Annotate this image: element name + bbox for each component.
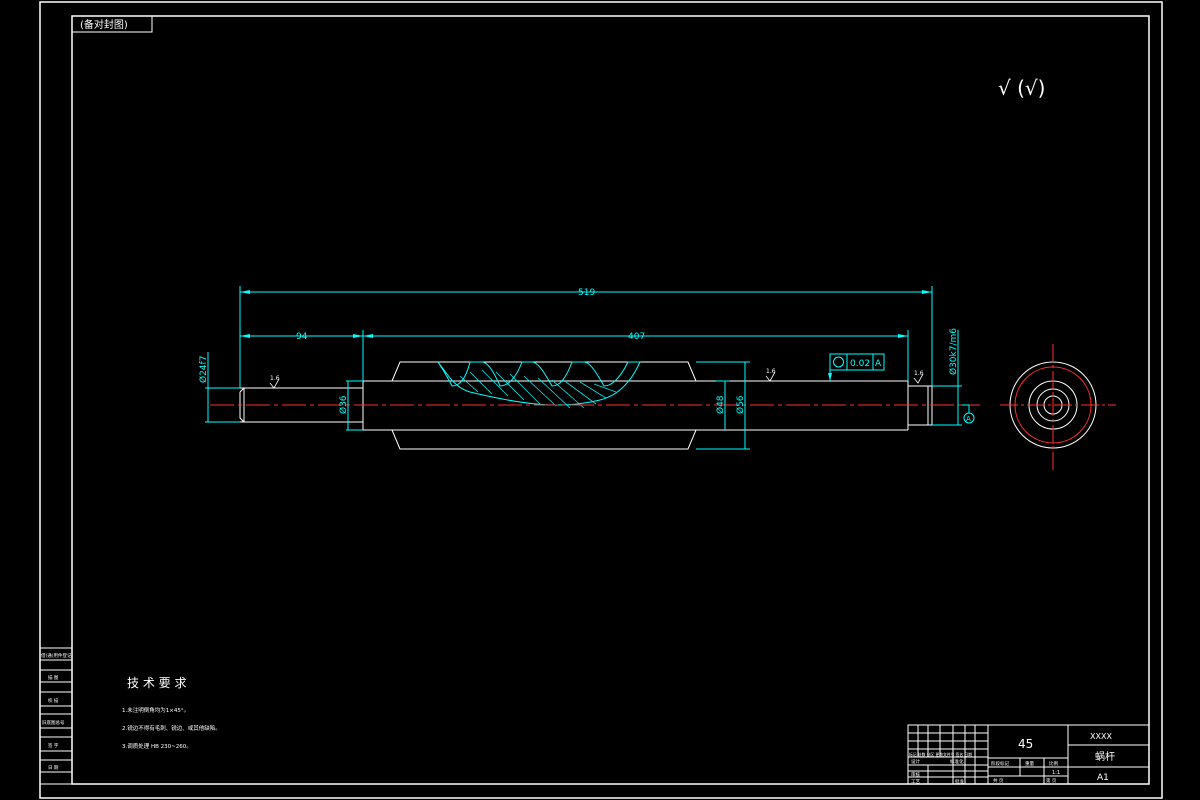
title-stage: 阶段标记 bbox=[991, 760, 1009, 767]
tolerance-value: 0.02 bbox=[850, 359, 870, 369]
roughness-mid: 1.6 bbox=[766, 368, 776, 375]
title-company: XXXX bbox=[1090, 732, 1112, 741]
inner-border bbox=[71, 15, 1150, 785]
tolerance-datum: A bbox=[875, 359, 882, 369]
cad-drawing: (备对封图) √ (√) 519 94 407 Ø24f7 Ø36 Ø48 Ø5… bbox=[39, 1, 1163, 799]
dim-left-shoulder-dia: Ø36 bbox=[338, 395, 349, 414]
side-strip-row-5: 签 字 bbox=[48, 742, 59, 749]
side-strip-row-4: 旧底图总号 bbox=[42, 719, 65, 726]
title-rev-headers: 标记 处数 分区 更改文件号 签名 日期 bbox=[909, 752, 972, 757]
title-material: 45 bbox=[1018, 737, 1033, 751]
side-strip-row-6: 日 期 bbox=[48, 765, 59, 771]
worm-outer-bottom bbox=[391, 429, 697, 450]
corner-label: (备对封图) bbox=[80, 18, 128, 31]
title-review: 审核 bbox=[911, 771, 920, 778]
shaft-side-view bbox=[1000, 344, 1116, 470]
dim-outer-dia: Ø56 bbox=[735, 395, 746, 414]
title-part-name: 蜗杆 bbox=[1095, 751, 1115, 763]
side-strip-row-1: 借(通)用件登记 bbox=[41, 652, 72, 659]
worm-teeth-section bbox=[437, 361, 641, 409]
roughness-left: 1.6 bbox=[270, 375, 280, 382]
dim-overall-length: 519 bbox=[578, 288, 595, 298]
side-strip-row-2: 描 图 bbox=[48, 674, 59, 681]
tech-req-item-1: 1.未注明倒角均为1×45°。 bbox=[122, 706, 189, 714]
dim-left-end-dia: Ø24f7 bbox=[198, 356, 209, 383]
general-roughness-symbol: √ (√) bbox=[998, 76, 1045, 100]
dimension-lines bbox=[205, 286, 962, 450]
side-strip-grid bbox=[39, 647, 73, 785]
datum-letter: A bbox=[966, 415, 971, 423]
title-scale: 1:1 bbox=[1052, 770, 1060, 776]
title-process: 工艺 bbox=[911, 779, 920, 785]
dim-root-dia: Ø48 bbox=[715, 395, 726, 414]
roughness-right: 1.6 bbox=[914, 370, 924, 377]
dim-worm-section: 407 bbox=[628, 332, 645, 342]
tech-req-heading: 技 术 要 求 bbox=[127, 676, 186, 690]
side-strip-row-3: 校 描 bbox=[48, 697, 59, 704]
title-sheets: 共 页 bbox=[993, 777, 1004, 784]
title-std: 标准化 bbox=[950, 758, 964, 765]
title-approve: 批准 bbox=[955, 778, 964, 785]
worm-outer-top bbox=[391, 361, 697, 382]
dim-right-end-dia: Ø30k7/m6 bbox=[948, 328, 959, 375]
tech-req-item-2: 2.锐边不得有毛刺、锐边、或其他缺陷。 bbox=[122, 724, 221, 732]
dim-left-section: 94 bbox=[296, 332, 308, 342]
title-designer: 设计 bbox=[911, 758, 920, 765]
roughness-marks bbox=[269, 371, 924, 389]
title-weight: 重量 bbox=[1025, 760, 1034, 767]
title-scale-label: 比例 bbox=[1049, 760, 1058, 767]
title-sheet: 第 页 bbox=[1046, 777, 1057, 784]
tech-req-item-3: 3.调质处理 HB 230~260。 bbox=[122, 742, 192, 750]
title-drawing-no: A1 bbox=[1097, 773, 1109, 783]
